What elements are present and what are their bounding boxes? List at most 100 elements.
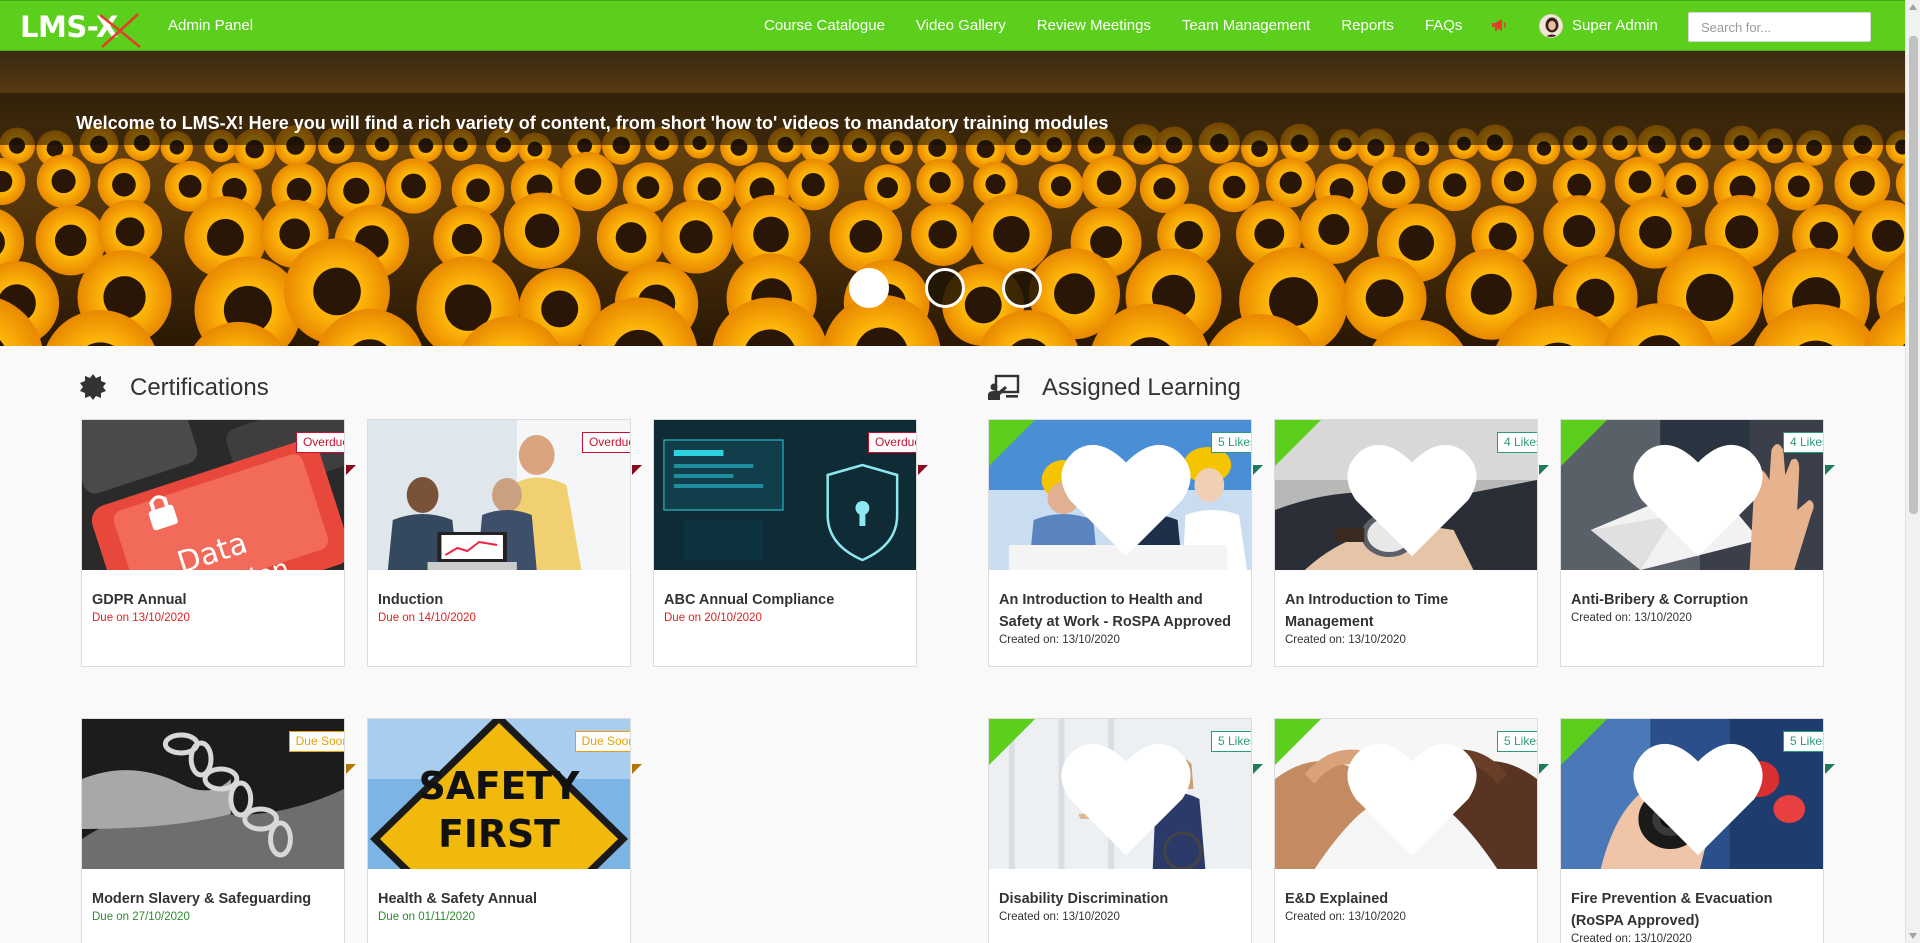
sunflower-center <box>178 174 202 198</box>
course-card-time-management[interactable]: 4 Likes An Introduction to Time Manageme… <box>1274 419 1549 667</box>
status-badge: Overdue <box>295 432 344 453</box>
card-created-date: Created on: 13/10/2020 <box>1571 612 1692 624</box>
card-title[interactable]: Fire Prevention & Evacuation (RoSPA Appr… <box>1561 888 1823 932</box>
sunflower-center <box>466 178 490 203</box>
scroll-up-arrow-icon[interactable] <box>1909 4 1917 10</box>
course-card-abc-compliance[interactable]: Overdue ABC Annual Compliance Due on 20/… <box>653 419 928 667</box>
sunflower-center <box>1442 173 1467 197</box>
search-input[interactable] <box>1688 12 1871 42</box>
nav-faqs[interactable]: FAQs <box>1425 17 1463 34</box>
status-badge: Overdue <box>867 432 916 453</box>
card-due-date: Due on 14/10/2020 <box>378 612 476 624</box>
card-image: Overdue <box>654 420 916 570</box>
card-created-date: Created on: 13/10/2020 <box>1571 933 1692 943</box>
course-card-ed-explained[interactable]: 5 Likes E&D Explained Created on: 13/10/… <box>1274 718 1549 943</box>
nav-course-catalogue[interactable]: Course Catalogue <box>764 17 885 34</box>
sunflower-center <box>1382 170 1406 195</box>
course-card-health-safety-at-work[interactable]: 5 Likes An Introduction to Health and Sa… <box>988 419 1263 667</box>
sunflower-center <box>1872 219 1905 252</box>
course-card-anti-bribery[interactable]: 4 Likes Anti-Bribery & Corruption Create… <box>1560 419 1835 667</box>
card-title[interactable]: An Introduction to Health and Safety at … <box>989 589 1251 633</box>
card-due-date: Due on 01/11/2020 <box>378 911 475 923</box>
sunflower-center <box>1503 170 1525 192</box>
logo[interactable]: LMS-X <box>20 10 141 49</box>
sunflower-center <box>313 267 361 316</box>
nav-team-management[interactable]: Team Management <box>1182 17 1310 34</box>
likes-badge: 5 Likes <box>1210 731 1251 752</box>
card-title[interactable]: ABC Annual Compliance <box>654 589 916 611</box>
course-card-health-safety-annual[interactable]: SAFETY FIRST Due Soon Health & Safety An… <box>367 718 642 943</box>
sunflower-center <box>1054 273 1095 315</box>
sunflower-center <box>615 222 647 253</box>
sunflower-center <box>343 177 370 204</box>
card-due-date: Due on 27/10/2020 <box>92 911 190 923</box>
likes-badge: 4 Likes <box>1496 432 1537 453</box>
card-title[interactable]: E&D Explained <box>1275 888 1537 910</box>
sunflower-center <box>1365 279 1404 318</box>
badge-fold <box>918 465 928 475</box>
card-image: 4 Likes <box>1561 420 1823 570</box>
card-title[interactable]: Disability Discrimination <box>989 888 1251 910</box>
sunflower-center <box>451 223 483 255</box>
course-card-induction[interactable]: Overdue Induction Due on 14/10/2020 <box>367 419 642 667</box>
card-title[interactable]: An Introduction to Time Management <box>1275 589 1537 633</box>
sunflower-center <box>206 218 244 256</box>
card-image: SAFETY FIRST Due Soon <box>368 719 630 869</box>
sunflower-center <box>1222 175 1246 199</box>
user-name[interactable]: Super Admin <box>1572 17 1658 34</box>
badge-fold <box>1539 764 1549 774</box>
scroll-down-arrow-icon[interactable] <box>1909 933 1917 939</box>
card-image: 5 Likes <box>989 719 1251 869</box>
card-title[interactable]: Health & Safety Annual <box>368 888 630 910</box>
carousel-dot-3[interactable] <box>1002 268 1042 308</box>
badge-icon <box>80 374 106 400</box>
main-content: Certifications Assigned Learning Data ec… <box>0 346 1905 943</box>
card-image: 4 Likes <box>1275 420 1537 570</box>
sunflower-center <box>1488 222 1517 251</box>
card-image: Data ection Overdue <box>82 420 344 570</box>
sunflower-center <box>1562 214 1596 248</box>
sunflower-center <box>1725 215 1759 249</box>
carousel-dot-1[interactable] <box>849 268 889 308</box>
card-image: Due Soon <box>82 719 344 869</box>
sunflower-center <box>1628 170 1652 194</box>
card-created-date: Created on: 13/10/2020 <box>999 911 1120 923</box>
megaphone-icon[interactable] <box>1490 16 1508 34</box>
sunflower-center <box>1254 218 1285 249</box>
avatar[interactable] <box>1539 14 1563 38</box>
nav-review-meetings[interactable]: Review Meetings <box>1037 17 1151 34</box>
sunflower-center <box>524 213 560 248</box>
sunflower-center <box>112 172 136 197</box>
badge-fold <box>1539 465 1549 475</box>
sunflower-center <box>1153 177 1176 200</box>
card-title[interactable]: Anti-Bribery & Corruption <box>1561 589 1823 611</box>
page-scrollbar[interactable] <box>1905 0 1920 943</box>
course-card-disability-discrimination[interactable]: 5 Likes Disability Discrimination Create… <box>988 718 1263 943</box>
nav-reports[interactable]: Reports <box>1341 17 1394 34</box>
card-title[interactable]: GDPR Annual <box>82 589 344 611</box>
certifications-heading: Certifications <box>130 374 269 401</box>
avatar-person-icon <box>1545 17 1559 37</box>
card-title[interactable]: Modern Slavery & Safeguarding <box>82 888 344 910</box>
course-card-modern-slavery[interactable]: Due Soon Modern Slavery & Safeguarding D… <box>81 718 356 943</box>
course-card-gdpr[interactable]: Data ection Overdue GDPR Annual Due on 1… <box>81 419 356 667</box>
badge-fold <box>632 465 642 475</box>
sunflower-center <box>849 220 883 253</box>
sunflower-center <box>279 218 310 250</box>
carousel-dot-2[interactable] <box>925 268 965 308</box>
sunflower-center <box>1398 225 1435 261</box>
badge-fold <box>1253 465 1263 475</box>
badge-fold <box>346 764 356 774</box>
admin-panel-link[interactable]: Admin Panel <box>168 17 253 34</box>
likes-badge: 5 Likes <box>1496 731 1537 752</box>
sunflower-center <box>679 220 713 254</box>
card-image: 5 Likes <box>1275 719 1537 869</box>
nav-video-gallery[interactable]: Video Gallery <box>916 17 1006 34</box>
sunflower-center <box>636 176 660 199</box>
badge-fold <box>1825 465 1835 475</box>
sunflower-center <box>877 177 899 199</box>
scroll-thumb[interactable] <box>1909 36 1918 514</box>
badge-fold <box>1253 764 1263 774</box>
card-title[interactable]: Induction <box>368 589 630 611</box>
course-card-fire-prevention[interactable]: 5 Likes Fire Prevention & Evacuation (Ro… <box>1560 718 1835 943</box>
